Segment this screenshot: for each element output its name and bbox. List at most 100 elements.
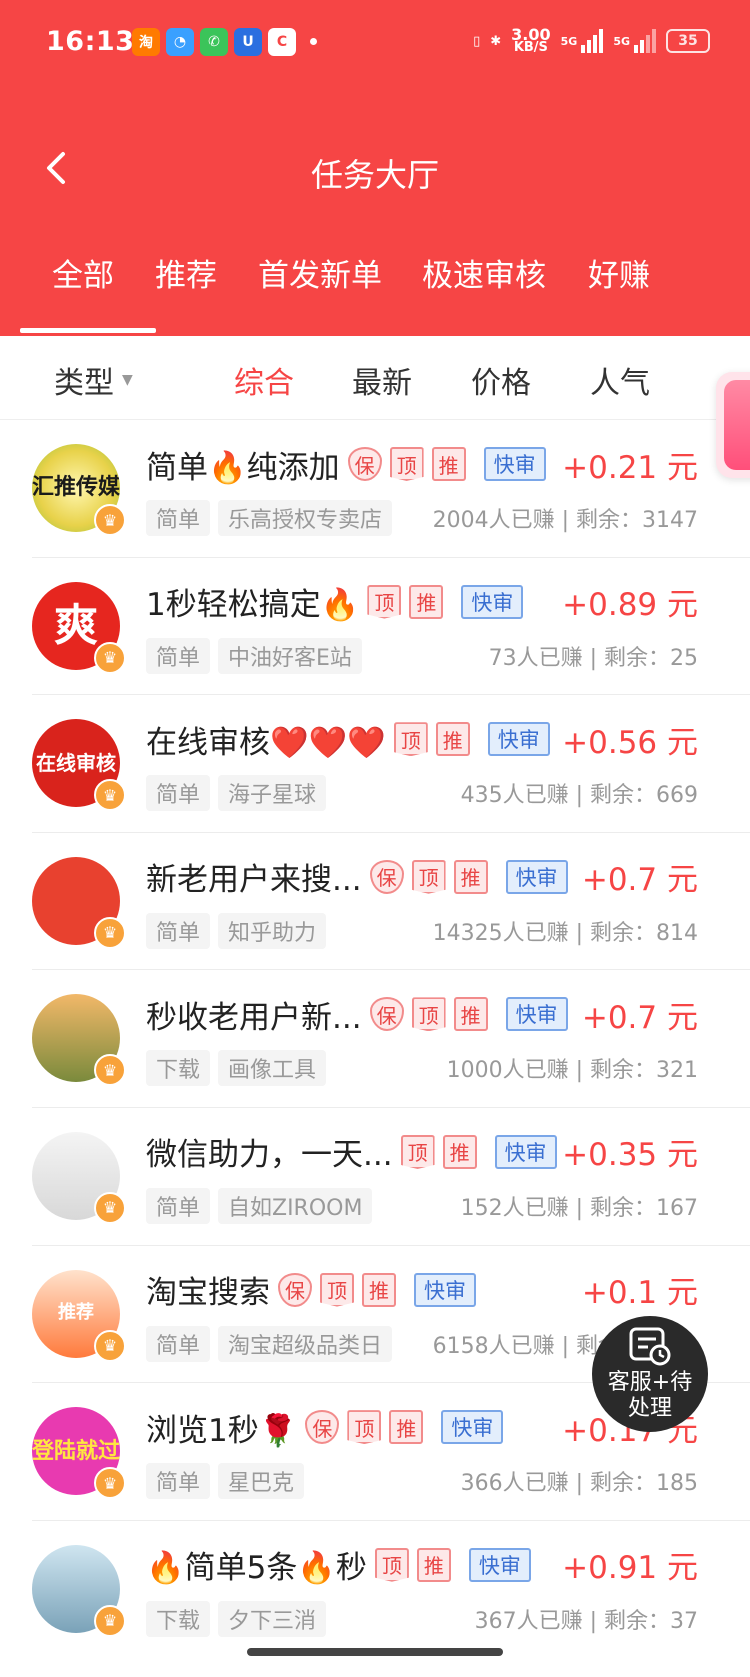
top-badge: 顶 bbox=[411, 859, 446, 894]
guarantee-badge: 保 bbox=[369, 997, 404, 1032]
task-shop-tag: 星巴克 bbox=[218, 1463, 305, 1500]
task-shop-tag: 海子星球 bbox=[218, 775, 327, 812]
status-bar: 16:13 淘 ◔ ✆ U C ▯ ✱ 3.00 KB/S 5G 5G 35 bbox=[0, 0, 750, 90]
fast-review-badge: 快审 bbox=[468, 1547, 531, 1582]
uc-app-icon: U bbox=[234, 28, 262, 56]
task-category-tag: 简单 bbox=[146, 1325, 211, 1362]
tab-all[interactable]: 全部 bbox=[52, 250, 114, 295]
task-title-line: 简单🔥纯添加保顶推快审 bbox=[146, 442, 546, 486]
sort-newest[interactable]: 最新 bbox=[352, 358, 412, 402]
fast-review-badge: 快审 bbox=[461, 584, 524, 619]
vibrate-icon: ▯ bbox=[473, 33, 481, 49]
fast-review-badge: 快审 bbox=[505, 859, 568, 894]
net-speed: 3.00 KB/S bbox=[511, 25, 551, 55]
status-app-icons: 淘 ◔ ✆ U C bbox=[132, 28, 317, 56]
task-title-line: 秒收老用户新... 保顶推快审 bbox=[146, 992, 568, 1036]
c-app-icon: C bbox=[268, 28, 296, 56]
task-stats: 2004人已赚 | 剩余：3147 bbox=[432, 508, 698, 533]
recommend-badge: 推 bbox=[435, 722, 470, 757]
task-row[interactable]: ♛ 秒收老用户新... 保顶推快审 +0.7 元下载 画像工具 1000人已赚 | 剩余：… bbox=[0, 970, 750, 1108]
status-indicators: ▯ ✱ 3.00 KB/S 5G 5G 35 bbox=[473, 25, 710, 55]
task-row[interactable]: ♛ 微信助力，一天... 顶推快审 +0.35 元简单 自如ZIROOM 152人已赚 |… bbox=[0, 1108, 750, 1246]
crown-icon: ♛ bbox=[94, 504, 126, 536]
task-reward: +0.1 元 bbox=[581, 1275, 698, 1312]
crown-icon: ♛ bbox=[94, 1329, 126, 1362]
task-title: 秒收老用户新... bbox=[146, 999, 362, 1036]
header: 16:13 淘 ◔ ✆ U C ▯ ✱ 3.00 KB/S 5G 5G 35 任… bbox=[0, 0, 750, 336]
fast-review-badge: 快审 bbox=[414, 1272, 476, 1307]
guarantee-badge: 保 bbox=[347, 447, 382, 481]
task-title: 简单🔥纯添加 bbox=[146, 449, 340, 486]
task-row[interactable]: 在线审核 ♛ 在线审核❤️❤️❤️ 顶推快审 +0.56 元简单 海子星球 435人已赚 |… bbox=[0, 695, 750, 833]
task-reward: +0.91 元 bbox=[562, 1550, 698, 1587]
type-filter-dropdown[interactable]: 类型 ▼ bbox=[54, 358, 133, 402]
tab-fast-review[interactable]: 极速审核 bbox=[422, 250, 546, 295]
taobao-app-icon: 淘 bbox=[132, 28, 160, 56]
crown-icon: ♛ bbox=[94, 779, 126, 812]
fast-review-badge: 快审 bbox=[441, 1410, 504, 1445]
recommend-badge: 推 bbox=[453, 997, 488, 1032]
crown-icon: ♛ bbox=[94, 1191, 126, 1224]
crown-icon: ♛ bbox=[94, 1467, 126, 1500]
task-shop-tag: 知乎助力 bbox=[218, 912, 327, 949]
task-reward: +0.7 元 bbox=[581, 862, 698, 899]
recommend-badge: 推 bbox=[453, 859, 488, 894]
task-shop-tag: 乐高授权专卖店 bbox=[218, 500, 393, 536]
signal-bars-1-icon bbox=[581, 29, 604, 53]
task-row[interactable]: 汇推传媒 ♛ 简单🔥纯添加保顶推快审 +0.21 元简单 乐高授权专卖店 2004人已赚 … bbox=[0, 420, 750, 558]
task-stats: 152人已赚 | 剩余：167 bbox=[460, 1195, 698, 1221]
task-title: 在线审核❤️❤️❤️ bbox=[146, 724, 386, 761]
task-row[interactable]: ♛ 🔥简单5条🔥秒顶推快审 +0.91 元下载 夕下三消 367人已赚 | 剩余：37 bbox=[0, 1521, 750, 1659]
sort-popularity[interactable]: 人气 bbox=[590, 358, 650, 402]
home-indicator[interactable] bbox=[247, 1648, 503, 1656]
task-title-line: 微信助力，一天... 顶推快审 bbox=[146, 1130, 557, 1174]
top-badge: 顶 bbox=[389, 447, 424, 481]
floating-app-shortcut[interactable] bbox=[716, 372, 750, 478]
browser-app-icon: ◔ bbox=[166, 28, 194, 56]
task-reward: +0.7 元 bbox=[581, 999, 698, 1036]
service-ticket-icon bbox=[629, 1327, 671, 1366]
tab-first-release[interactable]: 首发新单 bbox=[258, 250, 382, 295]
task-shop-tag: 自如ZIROOM bbox=[218, 1187, 373, 1224]
tab-good-earning[interactable]: 好赚 bbox=[588, 250, 650, 295]
task-stats: 435人已赚 | 剩余：669 bbox=[460, 783, 698, 809]
page-title: 任务大厅 bbox=[310, 156, 439, 194]
recommend-badge: 推 bbox=[389, 1410, 424, 1445]
sort-price[interactable]: 价格 bbox=[471, 358, 531, 402]
guarantee-badge: 保 bbox=[305, 1410, 340, 1445]
bluetooth-icon: ✱ bbox=[490, 33, 502, 49]
sort-comprehensive[interactable]: 综合 bbox=[234, 358, 294, 402]
task-stats: 14325人已赚 | 剩余：814 bbox=[432, 920, 698, 946]
task-category-tag: 简单 bbox=[146, 1187, 211, 1224]
fast-review-badge: 快审 bbox=[505, 997, 568, 1032]
task-title-line: 淘宝搜索保顶推快审 bbox=[146, 1268, 476, 1312]
task-title: 浏览1秒🌹 bbox=[146, 1412, 298, 1449]
task-row[interactable]: ♛ 新老用户来搜... 保顶推快审 +0.7 元简单 知乎助力 14325人已赚 | 剩余… bbox=[0, 833, 750, 971]
task-stats: 73人已赚 | 剩余：25 bbox=[488, 645, 698, 671]
task-stats: 1000人已赚 | 剩余：321 bbox=[446, 1058, 698, 1084]
customer-service-button[interactable]: 客服+待处理 bbox=[592, 1316, 708, 1432]
fast-review-badge: 快审 bbox=[483, 447, 546, 481]
recommend-badge: 推 bbox=[442, 1134, 477, 1169]
notification-dot-icon bbox=[310, 38, 317, 45]
task-category-tag: 简单 bbox=[146, 500, 211, 536]
task-category-tag: 下载 bbox=[146, 1600, 211, 1637]
tab-recommend[interactable]: 推荐 bbox=[155, 250, 217, 295]
filter-bar: 类型 ▼ 综合 最新 价格 人气 bbox=[0, 336, 750, 420]
task-category-tag: 下载 bbox=[146, 1050, 211, 1087]
crown-icon: ♛ bbox=[94, 1054, 126, 1087]
task-title: 1秒轻松搞定🔥 bbox=[146, 587, 360, 624]
bottom-area bbox=[0, 1640, 750, 1677]
task-reward: +0.21 元 bbox=[562, 449, 698, 486]
task-stats: 367人已赚 | 剩余：37 bbox=[474, 1608, 698, 1634]
task-reward: +0.56 元 bbox=[562, 724, 698, 761]
customer-service-label: 客服+待处理 bbox=[607, 1370, 693, 1421]
screen: 16:13 淘 ◔ ✆ U C ▯ ✱ 3.00 KB/S 5G 5G 35 任… bbox=[0, 0, 750, 1677]
top-badge: 顶 bbox=[374, 1547, 409, 1582]
top-badge: 顶 bbox=[411, 997, 446, 1032]
task-shop-tag: 淘宝超级品类日 bbox=[218, 1325, 393, 1362]
task-category-tag: 简单 bbox=[146, 775, 211, 812]
task-row[interactable]: 爽 ♛ 1秒轻松搞定🔥 顶推快审 +0.89 元简单 中油好客E站 73人已赚 | 剩余：2… bbox=[0, 558, 750, 696]
battery-icon: 35 bbox=[666, 29, 710, 53]
task-title-line: 新老用户来搜... 保顶推快审 bbox=[146, 855, 568, 899]
